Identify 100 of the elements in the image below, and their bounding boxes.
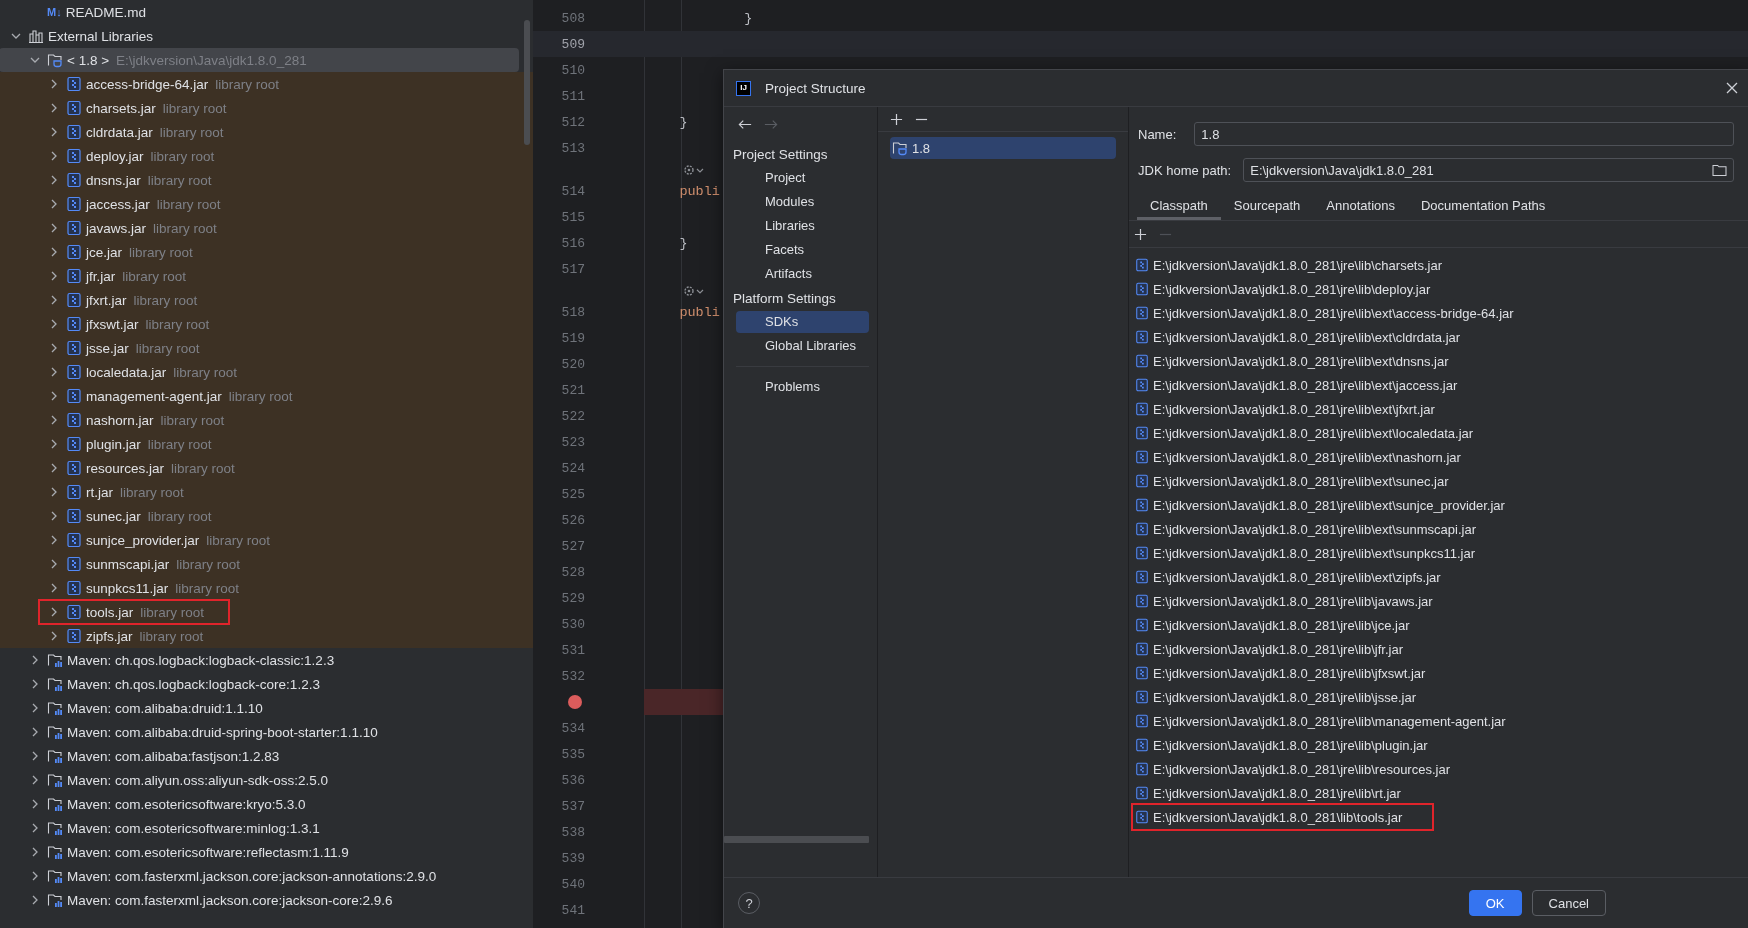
tree-row[interactable]: Maven: com.fasterxml.jackson.core:jackson-core:2.9.6: [27, 888, 393, 912]
classpath-entry[interactable]: E:\jdkversion\Java\jdk1.8.0_281\jre\lib\charsets.jar: [1153, 257, 1443, 273]
name-field[interactable]: 1.8: [1194, 122, 1734, 146]
tree-item[interactable]: dnsns.jar: [86, 172, 141, 188]
tree-row[interactable]: < 1.8 > E:\jdkversion\Java\jdk1.8.0_281: [0, 48, 519, 72]
tree-item[interactable]: jfxrt.jar: [86, 292, 127, 308]
tree-item[interactable]: nashorn.jar: [86, 412, 154, 428]
classpath-entry[interactable]: E:\jdkversion\Java\jdk1.8.0_281\jre\lib\jfr.jar: [1153, 641, 1403, 657]
tree-item[interactable]: management-agent.jar: [86, 388, 222, 404]
classpath-entry[interactable]: E:\jdkversion\Java\jdk1.8.0_281\jre\lib\ext\sunpkcs11.jar: [1153, 545, 1476, 561]
classpath-row[interactable]: E:\jdkversion\Java\jdk1.8.0_281\jre\lib\jfxswt.jar: [1135, 661, 1426, 685]
classpath-row[interactable]: E:\jdkversion\Java\jdk1.8.0_281\jre\lib\ext\zipfs.jar: [1135, 565, 1441, 589]
tree-row[interactable]: Maven: com.esotericsoftware:minlog:1.3.1: [27, 816, 320, 840]
tree-row[interactable]: Maven: com.alibaba:druid-spring-boot-starter:1.1.10: [27, 720, 378, 744]
classpath-entry[interactable]: E:\jdkversion\Java\jdk1.8.0_281\jre\lib\plugin.jar: [1153, 737, 1428, 753]
tree-item[interactable]: deploy.jar: [86, 148, 144, 164]
classpath-entry[interactable]: E:\jdkversion\Java\jdk1.8.0_281\jre\lib\ext\sunmscapi.jar: [1153, 521, 1476, 537]
tree-item[interactable]: sunjce_provider.jar: [86, 532, 200, 548]
classpath-entry[interactable]: E:\jdkversion\Java\jdk1.8.0_281\jre\lib\ext\jfxrt.jar: [1153, 401, 1435, 417]
tree-item[interactable]: jfxswt.jar: [86, 316, 139, 332]
classpath-row[interactable]: E:\jdkversion\Java\jdk1.8.0_281\jre\lib\ext\cldrdata.jar: [1135, 325, 1461, 349]
tree-item[interactable]: sunpkcs11.jar: [86, 580, 169, 596]
tree-row[interactable]: Maven: com.esotericsoftware:reflectasm:1.11.9: [27, 840, 349, 864]
nav-item[interactable]: Artifacts: [736, 263, 869, 285]
tree-item[interactable]: plugin.jar: [86, 436, 141, 452]
tab[interactable]: Annotations: [1313, 194, 1408, 220]
scrollbar[interactable]: [724, 836, 869, 843]
tree-item[interactable]: cldrdata.jar: [86, 124, 153, 140]
tree-item[interactable]: < 1.8 >: [67, 52, 110, 68]
tree-item[interactable]: sunec.jar: [86, 508, 141, 524]
tree-item[interactable]: Maven: com.esotericsoftware:minlog:1.3.1: [67, 820, 320, 836]
sdk-list-item[interactable]: 1.8: [890, 137, 1116, 159]
tree-item[interactable]: jce.jar: [86, 244, 122, 260]
classpath-row[interactable]: E:\jdkversion\Java\jdk1.8.0_281\jre\lib\ext\access-bridge-64.jar: [1135, 301, 1514, 325]
classpath-entry[interactable]: E:\jdkversion\Java\jdk1.8.0_281\jre\lib\ext\jaccess.jar: [1153, 377, 1458, 393]
cancel-button[interactable]: Cancel: [1531, 890, 1606, 916]
classpath-entry[interactable]: E:\jdkversion\Java\jdk1.8.0_281\jre\lib\jsse.jar: [1153, 689, 1417, 705]
classpath-row[interactable]: E:\jdkversion\Java\jdk1.8.0_281\jre\lib\ext\dnsns.jar: [1135, 349, 1449, 373]
tree-item[interactable]: sunmscapi.jar: [86, 556, 170, 572]
classpath-row[interactable]: E:\jdkversion\Java\jdk1.8.0_281\jre\lib\ext\sunjce_provider.jar: [1135, 493, 1505, 517]
tree-item[interactable]: charsets.jar: [86, 100, 156, 116]
tree-item[interactable]: access-bridge-64.jar: [86, 76, 209, 92]
breakpoint-icon[interactable]: [568, 695, 582, 709]
tree-item[interactable]: javaws.jar: [86, 220, 147, 236]
add-icon[interactable]: [890, 112, 903, 126]
classpath-entry[interactable]: E:\jdkversion\Java\jdk1.8.0_281\jre\lib\ext\sunjce_provider.jar: [1153, 497, 1505, 513]
path-field[interactable]: E:\jdkversion\Java\jdk1.8.0_281: [1243, 158, 1734, 182]
tree-item[interactable]: Maven: com.esotericsoftware:reflectasm:1.11.9: [67, 844, 349, 860]
tree-item[interactable]: tools.jar: [86, 604, 134, 620]
classpath-entry[interactable]: E:\jdkversion\Java\jdk1.8.0_281\jre\lib\ext\zipfs.jar: [1153, 569, 1441, 585]
tree-item[interactable]: Maven: com.esotericsoftware:kryo:5.3.0: [67, 796, 306, 812]
classpath-row[interactable]: E:\jdkversion\Java\jdk1.8.0_281\jre\lib\resources.jar: [1135, 757, 1450, 781]
nav-item[interactable]: Facets: [736, 239, 869, 261]
classpath-entry[interactable]: E:\jdkversion\Java\jdk1.8.0_281\jre\lib\ext\access-bridge-64.jar: [1153, 305, 1514, 321]
classpath-row[interactable]: E:\jdkversion\Java\jdk1.8.0_281\jre\lib\ext\sunec.jar: [1135, 469, 1449, 493]
nav-item[interactable]: Libraries: [736, 215, 869, 237]
tree-item[interactable]: Maven: com.alibaba:druid-spring-boot-starter:1.1.10: [67, 724, 378, 740]
tab[interactable]: Sourcepath: [1220, 194, 1314, 220]
classpath-row[interactable]: E:\jdkversion\Java\jdk1.8.0_281\jre\lib\ext\jfxrt.jar: [1135, 397, 1435, 421]
nav-item[interactable]: Modules: [736, 191, 869, 213]
classpath-entry[interactable]: E:\jdkversion\Java\jdk1.8.0_281\jre\lib\jce.jar: [1153, 617, 1410, 633]
ok-button[interactable]: OK: [1468, 890, 1522, 916]
classpath-entry[interactable]: E:\jdkversion\Java\jdk1.8.0_281\jre\lib\ext\cldrdata.jar: [1153, 329, 1461, 345]
classpath-row[interactable]: E:\jdkversion\Java\jdk1.8.0_281\jre\lib\ext\localedata.jar: [1135, 421, 1474, 445]
nav-item[interactable]: SDKs: [736, 311, 869, 333]
back-arrow-icon[interactable]: [738, 119, 752, 130]
classpath-entry[interactable]: E:\jdkversion\Java\jdk1.8.0_281\jre\lib\deploy.jar: [1153, 281, 1431, 297]
tree-item[interactable]: resources.jar: [86, 460, 165, 476]
classpath-entry[interactable]: E:\jdkversion\Java\jdk1.8.0_281\jre\lib\ext\sunec.jar: [1153, 473, 1449, 489]
classpath-entry[interactable]: E:\jdkversion\Java\jdk1.8.0_281\jre\lib\ext\dnsns.jar: [1153, 353, 1449, 369]
tree-item[interactable]: Maven: com.alibaba:druid:1.1.10: [67, 700, 263, 716]
classpath-row[interactable]: E:\jdkversion\Java\jdk1.8.0_281\jre\lib\jfr.jar: [1135, 637, 1403, 661]
tree-item[interactable]: Maven: ch.qos.logback:logback-classic:1.2.3: [67, 652, 335, 668]
tree-row[interactable]: Maven: com.aliyun.oss:aliyun-sdk-oss:2.5.0: [27, 768, 329, 792]
classpath-entry[interactable]: E:\jdkversion\Java\jdk1.8.0_281\jre\lib\rt.jar: [1153, 785, 1401, 801]
classpath-row[interactable]: E:\jdkversion\Java\jdk1.8.0_281\jre\lib\javaws.jar: [1135, 589, 1433, 613]
tree-item[interactable]: Maven: com.aliyun.oss:aliyun-sdk-oss:2.5.0: [67, 772, 329, 788]
nav-item[interactable]: Project: [736, 167, 869, 189]
classpath-row[interactable]: E:\jdkversion\Java\jdk1.8.0_281\jre\lib\ext\jaccess.jar: [1135, 373, 1458, 397]
folder-icon[interactable]: [1712, 163, 1727, 177]
classpath-row[interactable]: E:\jdkversion\Java\jdk1.8.0_281\jre\lib\jce.jar: [1135, 613, 1410, 637]
classpath-entry[interactable]: E:\jdkversion\Java\jdk1.8.0_281\lib\tools.jar: [1153, 809, 1403, 825]
classpath-row[interactable]: E:\jdkversion\Java\jdk1.8.0_281\jre\lib\charsets.jar: [1135, 253, 1443, 277]
tree-row[interactable]: Maven: com.alibaba:druid:1.1.10: [27, 696, 263, 720]
classpath-row[interactable]: E:\jdkversion\Java\jdk1.8.0_281\jre\lib\management-agent.jar: [1135, 709, 1506, 733]
classpath-row[interactable]: E:\jdkversion\Java\jdk1.8.0_281\jre\lib\ext\sunpkcs11.jar: [1135, 541, 1476, 565]
classpath-entry[interactable]: E:\jdkversion\Java\jdk1.8.0_281\jre\lib\ext\nashorn.jar: [1153, 449, 1461, 465]
classpath-row[interactable]: E:\jdkversion\Java\jdk1.8.0_281\jre\lib\jsse.jar: [1135, 685, 1417, 709]
tree-row[interactable]: External Libraries: [8, 24, 154, 48]
close-icon[interactable]: [1726, 82, 1738, 94]
tree-item[interactable]: Maven: ch.qos.logback:logback-core:1.2.3: [67, 676, 320, 692]
scrollbar[interactable]: [524, 20, 530, 145]
tree-item[interactable]: Maven: com.fasterxml.jackson.core:jackson-annotations:2.9.0: [67, 868, 437, 884]
tree-row[interactable]: tools.jar library root: [38, 599, 231, 625]
tree-item[interactable]: zipfs.jar: [86, 628, 133, 644]
tree-row[interactable]: Maven: com.alibaba:fastjson:1.2.83: [27, 744, 280, 768]
tree-row[interactable]: Maven: com.fasterxml.jackson.core:jackson-annotations:2.9.0: [27, 864, 437, 888]
nav-item[interactable]: Global Libraries: [736, 335, 869, 357]
tree-item[interactable]: localedata.jar: [86, 364, 167, 380]
tree-item[interactable]: Maven: com.alibaba:fastjson:1.2.83: [67, 748, 280, 764]
